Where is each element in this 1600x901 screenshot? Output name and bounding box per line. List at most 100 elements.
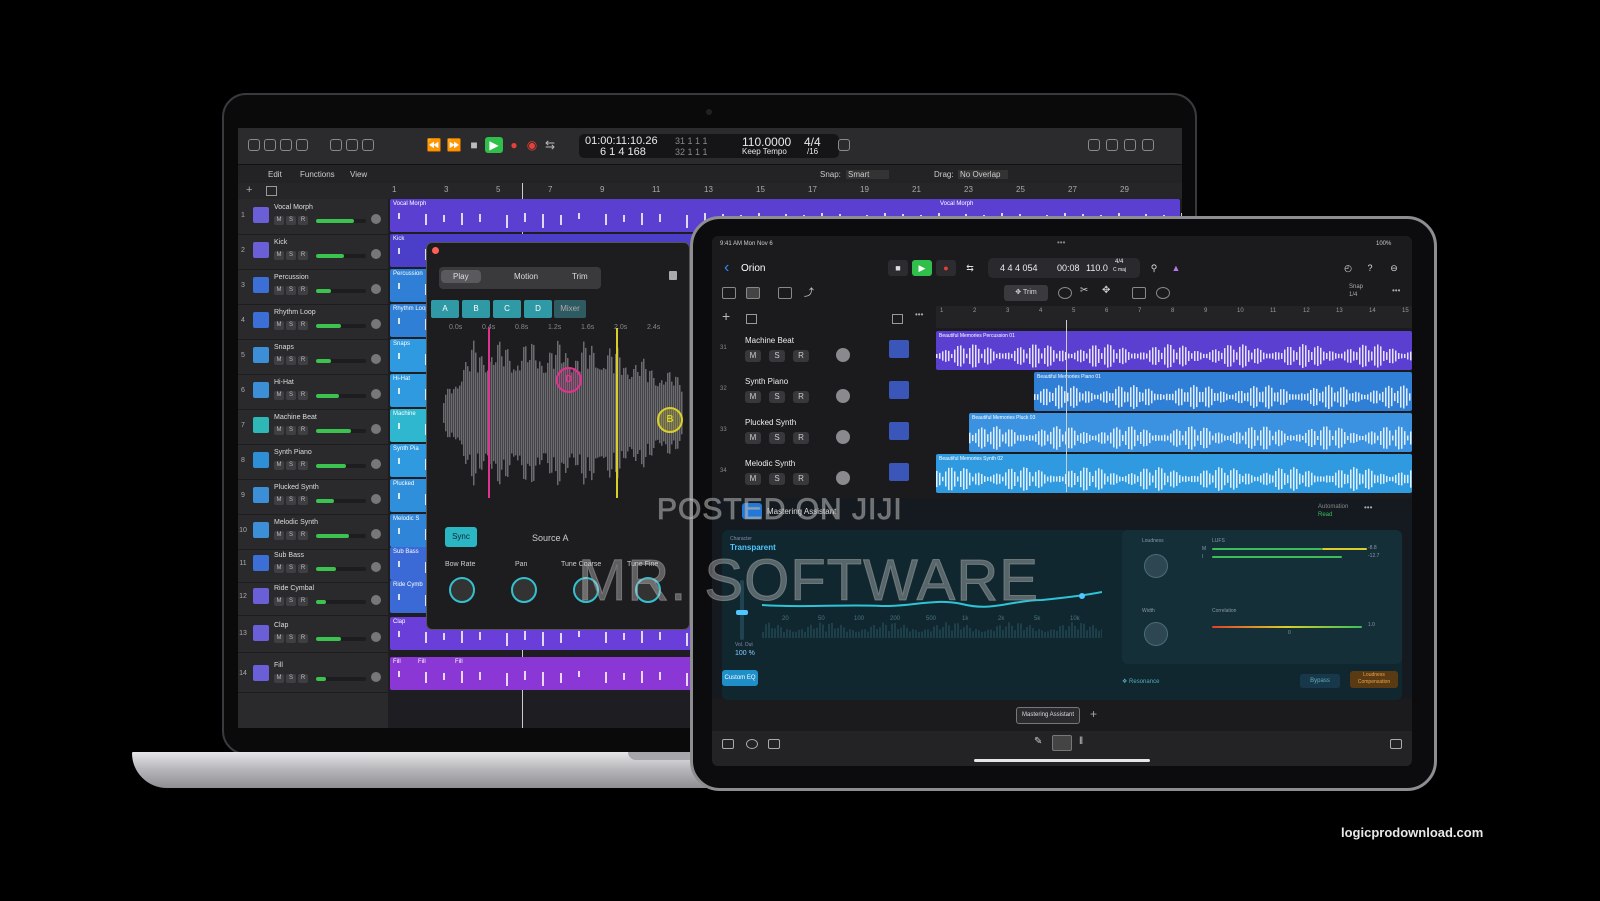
track-header[interactable]: 34 Melodic Synth MSR [712, 453, 934, 494]
ipad-bar-ruler[interactable]: 1 2 3 4 5 6 7 8 9 10 11 12 13 14 15 [936, 306, 1412, 328]
mute-button[interactable]: M [274, 321, 284, 330]
track-header[interactable]: 2 Kick MSR [238, 234, 388, 270]
capture-record-button[interactable]: ◉ [523, 137, 541, 153]
record-enable-button[interactable]: R [298, 391, 308, 400]
track-header[interactable]: 31 Machine Beat MSR [712, 330, 934, 371]
track-header[interactable]: 1 Vocal Morph MSR [238, 199, 388, 235]
solo-button[interactable]: S [286, 531, 296, 540]
settings-icon[interactable]: ⊖ [1384, 260, 1404, 276]
volume-fader[interactable] [316, 429, 366, 433]
plugins-icon[interactable] [1052, 735, 1072, 751]
track-header[interactable]: 7 Machine Beat MSR [238, 409, 388, 445]
instrument-icon[interactable] [889, 340, 909, 358]
track-header[interactable]: 5 Snaps MSR [238, 339, 388, 375]
pan-knob[interactable] [371, 529, 381, 539]
solo-button[interactable]: S [286, 634, 296, 643]
volume-knob[interactable] [836, 348, 850, 362]
scissors-icon[interactable]: ✂ [1080, 285, 1094, 297]
track-options-icon[interactable] [892, 314, 903, 324]
record-enable-button[interactable]: R [298, 216, 308, 225]
rewind-icon[interactable]: ⏪ [425, 137, 443, 153]
solo-button[interactable]: S [286, 674, 296, 683]
record-enable-button[interactable]: R [298, 564, 308, 573]
volume-fader[interactable] [316, 254, 366, 258]
automation-icon[interactable]: ⤴ [804, 284, 818, 299]
cycle-button[interactable]: ⇆ [541, 137, 559, 153]
panel-more-icon[interactable]: ••• [1364, 503, 1372, 512]
fast-forward-icon[interactable]: ⏩ [445, 137, 463, 153]
pan-knob[interactable] [371, 494, 381, 504]
pan-knob[interactable] [371, 459, 381, 469]
solo-button[interactable]: S [286, 496, 296, 505]
join-icon[interactable]: ✥ [1102, 285, 1116, 297]
library-icon[interactable] [722, 739, 734, 749]
bypass-button[interactable]: Bypass [1300, 674, 1340, 688]
multitasking-dots[interactable]: ••• [1057, 238, 1065, 247]
track-header[interactable]: 10 Melodic Synth MSR [238, 514, 388, 550]
media-icon[interactable] [1142, 139, 1154, 151]
cycle-icon[interactable]: ⇆ [960, 260, 980, 276]
record-enable-button[interactable]: R [298, 597, 308, 606]
loudness-knob[interactable] [1144, 554, 1168, 578]
instrument-icon[interactable] [889, 381, 909, 399]
zone-b[interactable]: B [462, 300, 490, 318]
record-enable-button[interactable]: R [298, 251, 308, 260]
volume-fader[interactable] [316, 567, 366, 571]
volume-knob[interactable] [836, 430, 850, 444]
region[interactable]: Beautiful Memories Percussion 01 [936, 331, 1412, 370]
sample-waveform[interactable] [443, 328, 683, 498]
tab-motion[interactable]: Motion [514, 272, 538, 281]
record-enable-button[interactable]: R [793, 391, 809, 403]
region[interactable]: Beautiful Memories Synth 02 [936, 454, 1412, 493]
volume-fader[interactable] [316, 534, 366, 538]
drag-select[interactable]: No Overlap [958, 170, 1009, 179]
mute-button[interactable]: M [274, 426, 284, 435]
lock-icon[interactable] [669, 271, 677, 280]
playhead[interactable] [1066, 320, 1067, 492]
mute-button[interactable]: M [274, 391, 284, 400]
track-header[interactable]: 14 Fill MSR [238, 657, 388, 693]
solo-button[interactable]: S [286, 251, 296, 260]
solo-button[interactable]: S [286, 461, 296, 470]
mute-button[interactable]: M [274, 216, 284, 225]
sync-button[interactable]: Sync [445, 527, 477, 547]
loop-tool-icon[interactable] [1058, 287, 1072, 299]
record-button[interactable]: ● [505, 137, 523, 153]
duplicate-track-icon[interactable] [266, 186, 277, 196]
stop-button[interactable]: ■ [888, 260, 908, 276]
metronome-icon[interactable]: ▲ [1166, 260, 1186, 276]
bow-rate-knob[interactable] [449, 577, 475, 603]
source-select[interactable]: Source A [532, 533, 569, 543]
pan-knob[interactable] [371, 354, 381, 364]
help-icon[interactable] [280, 139, 292, 151]
mute-button[interactable]: M [274, 286, 284, 295]
editors-icon[interactable] [362, 139, 374, 151]
mute-button[interactable]: M [745, 432, 761, 444]
instrument-icon[interactable] [889, 422, 909, 440]
track-header[interactable]: 6 Hi-Hat MSR [238, 374, 388, 410]
record-enable-button[interactable]: R [298, 426, 308, 435]
record-enable-button[interactable]: R [793, 350, 809, 362]
mute-button[interactable]: M [274, 674, 284, 683]
list-editors-icon[interactable] [838, 139, 850, 151]
browser-icon[interactable] [1124, 139, 1136, 151]
pan-knob[interactable] [371, 284, 381, 294]
close-window-icon[interactable] [432, 247, 439, 254]
record-enable-button[interactable]: R [298, 496, 308, 505]
toolbar-icon[interactable] [296, 139, 308, 151]
solo-button[interactable]: S [286, 321, 296, 330]
volume-fader[interactable] [316, 677, 366, 681]
play-button[interactable]: ▶ [912, 260, 932, 276]
pan-knob[interactable] [371, 319, 381, 329]
volume-fader[interactable] [316, 359, 366, 363]
pan-knob[interactable] [371, 672, 381, 682]
volume-fader[interactable] [316, 394, 366, 398]
track-header[interactable]: 32 Synth Piano MSR [712, 371, 934, 412]
notes-icon[interactable] [1088, 139, 1100, 151]
copy-icon[interactable] [1132, 287, 1146, 299]
custom-eq-button[interactable]: Custom EQ [722, 670, 758, 686]
live-loops-icon[interactable] [778, 287, 792, 299]
mute-button[interactable]: M [274, 597, 284, 606]
record-enable-button[interactable]: R [793, 432, 809, 444]
record-button[interactable]: ● [936, 260, 956, 276]
